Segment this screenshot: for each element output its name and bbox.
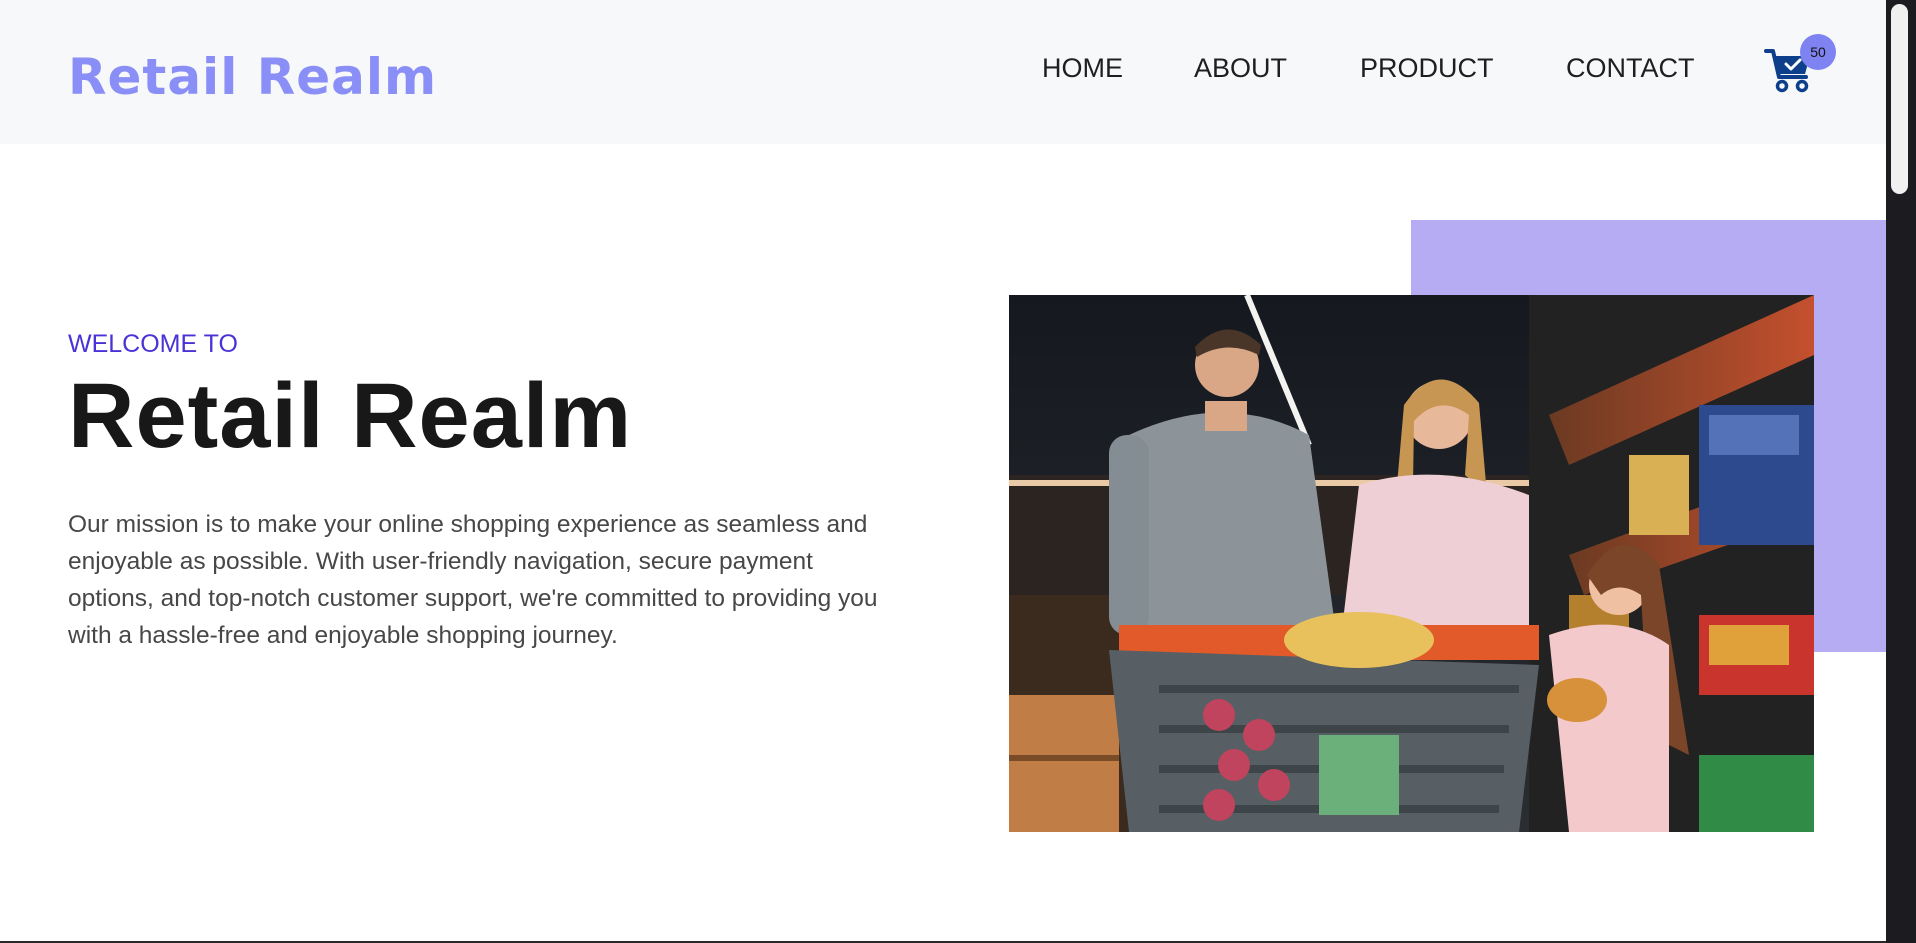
hero-photo-family-shopping [1009,295,1814,832]
nav-about[interactable]: ABOUT [1194,53,1287,84]
site-header: Retail Realm HOME ABOUT PRODUCT CONTACT … [0,0,1886,144]
brand-logo[interactable]: Retail Realm [68,48,437,106]
nav-product[interactable]: PRODUCT [1360,53,1494,84]
scrollbar-thumb[interactable] [1891,4,1908,194]
cart-count-badge: 50 [1800,34,1836,70]
hero-text: WELCOME TO Retail Realm Our mission is t… [68,328,888,654]
nav-home[interactable]: HOME [1042,53,1123,84]
nav-contact[interactable]: CONTACT [1566,53,1695,84]
page-viewport: Retail Realm HOME ABOUT PRODUCT CONTACT … [0,0,1886,943]
mission-paragraph: Our mission is to make your online shopp… [68,511,878,649]
hero-eyebrow: WELCOME TO [68,330,238,358]
hero-title: Retail Realm [68,365,633,467]
